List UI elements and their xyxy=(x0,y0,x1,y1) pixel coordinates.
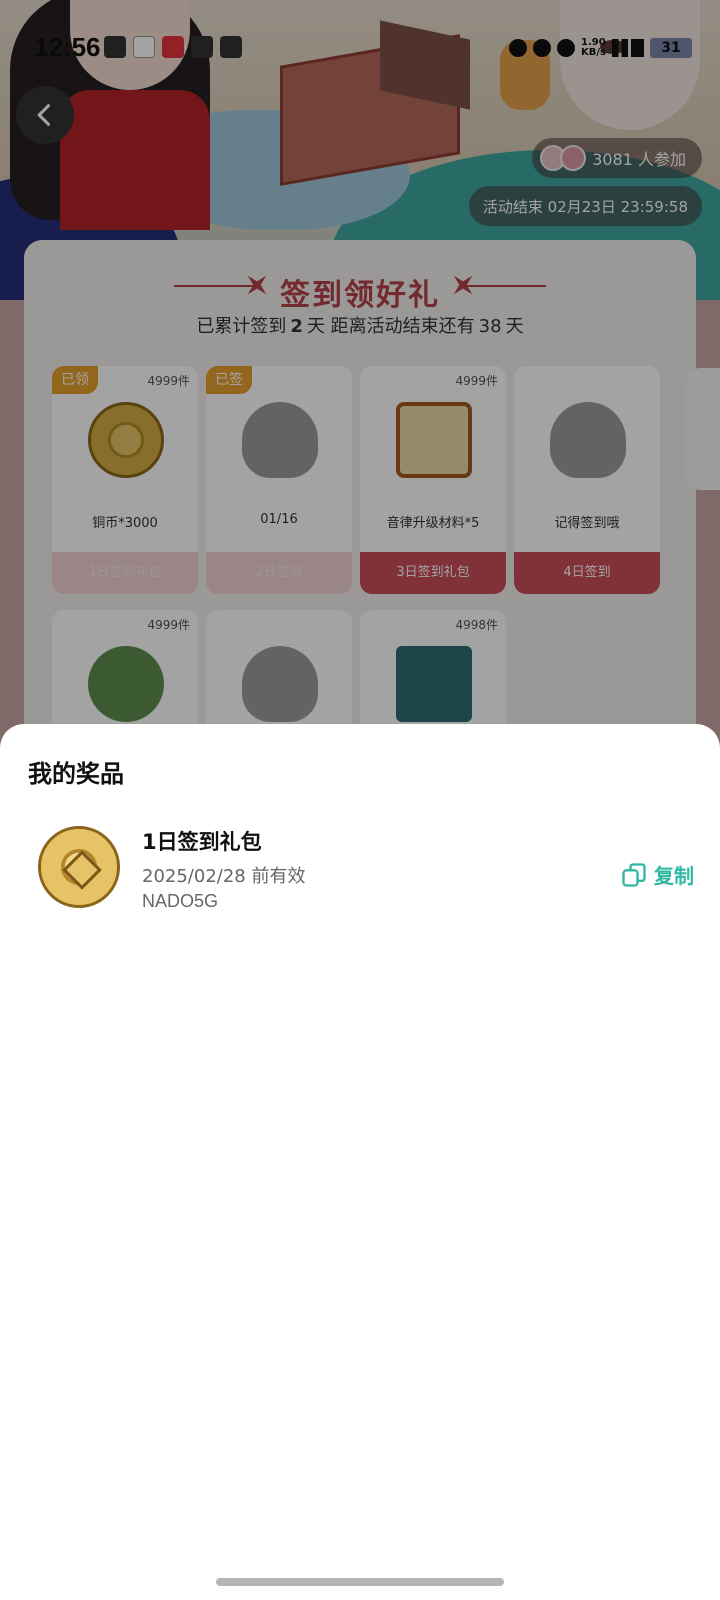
prize-code: NADO5G xyxy=(142,891,219,911)
prize-expiry: 2025/02/28 前有效 xyxy=(142,866,306,887)
modal-scrim[interactable] xyxy=(0,0,720,760)
prize-name: 1日签到礼包 xyxy=(142,830,262,854)
copy-icon xyxy=(622,862,646,887)
my-prizes-sheet: 我的奖品 1日签到礼包 2025/02/28 前有效 NADO5G 复制 xyxy=(0,724,720,1600)
sheet-title: 我的奖品 xyxy=(28,760,124,788)
prize-item: 1日签到礼包 2025/02/28 前有效 NADO5G 复制 xyxy=(0,808,720,928)
activity-page: 12:56 1.90 KB/s 31 3081 人参加 活动结束 02月23日 … xyxy=(0,0,720,760)
copy-label: 复制 xyxy=(654,864,694,888)
home-indicator[interactable] xyxy=(216,1578,504,1586)
copy-button[interactable]: 复制 xyxy=(620,860,694,889)
coin-icon xyxy=(38,826,120,908)
screen: 12:56 1.90 KB/s 31 3081 人参加 活动结束 02月23日 … xyxy=(0,0,720,1600)
